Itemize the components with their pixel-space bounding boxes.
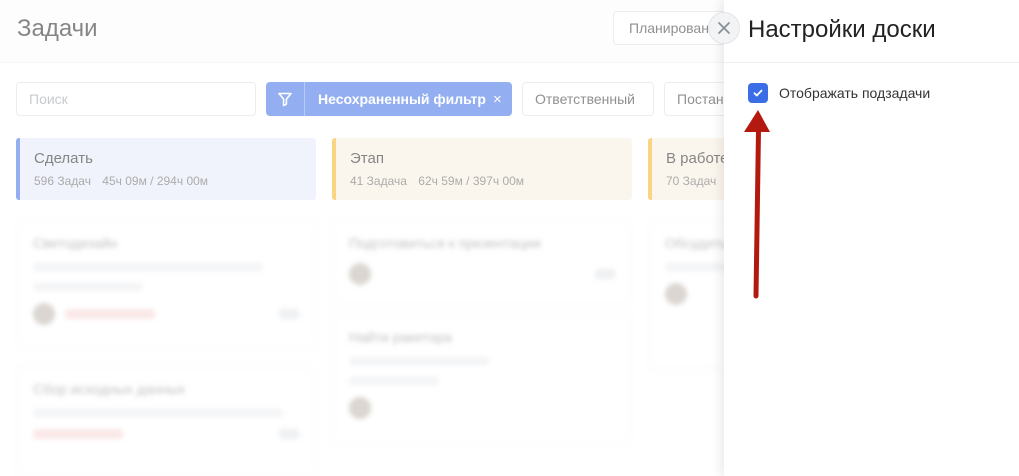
show-subtasks-checkbox[interactable] xyxy=(748,83,768,103)
drawer-close-button[interactable] xyxy=(708,12,740,44)
annotation-arrow-icon xyxy=(744,110,770,299)
modal-overlay[interactable] xyxy=(0,0,724,476)
show-subtasks-label: Отображать подзадачи xyxy=(779,85,931,101)
drawer-title: Настройки доски xyxy=(748,16,936,43)
checkmark-icon xyxy=(753,89,763,97)
drawer-divider xyxy=(724,62,1019,63)
show-subtasks-option[interactable]: Отображать подзадачи xyxy=(748,83,930,103)
close-icon xyxy=(718,22,730,34)
